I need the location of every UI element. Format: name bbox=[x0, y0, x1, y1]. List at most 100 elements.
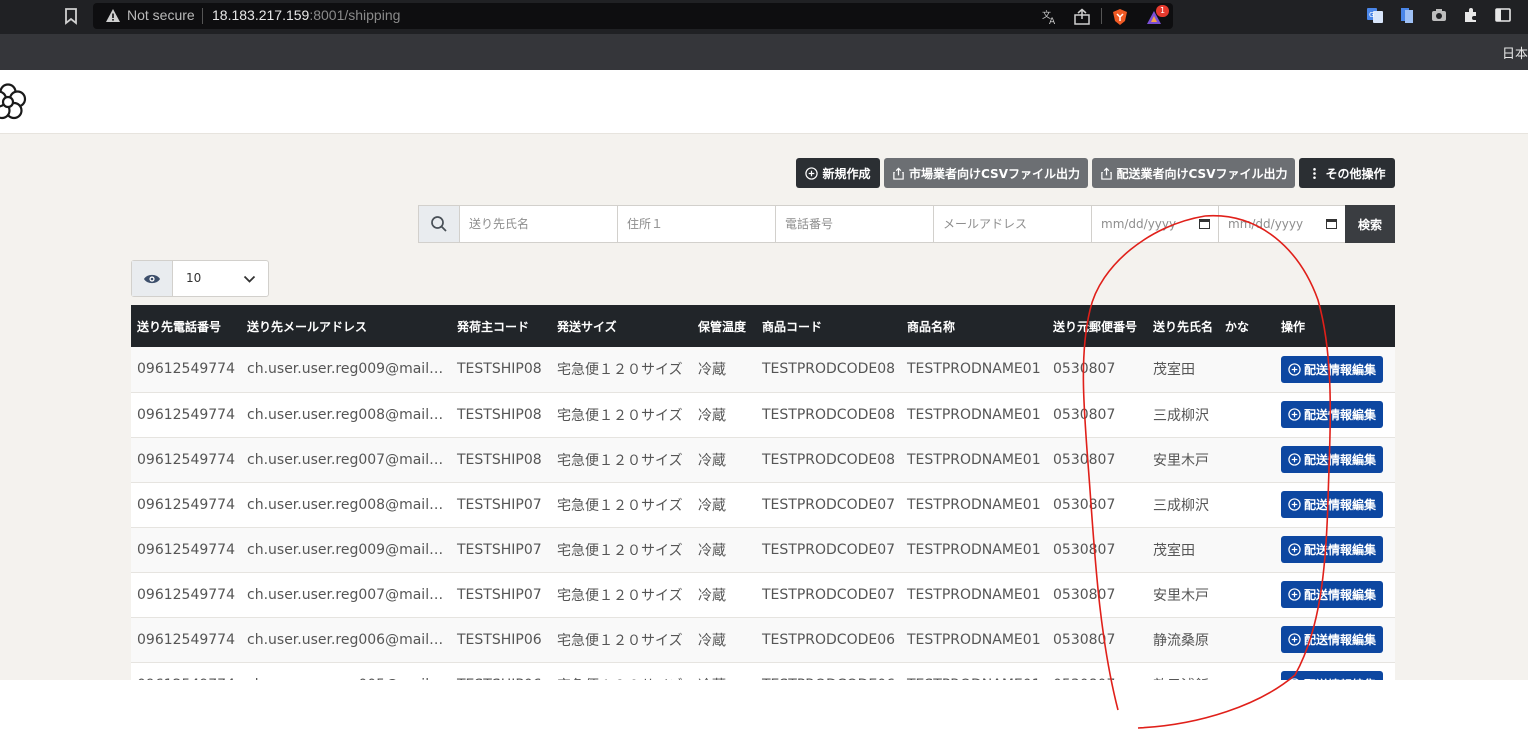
actions-cell: 配送情報編集 bbox=[1275, 482, 1395, 528]
edit-shipping-button[interactable]: 配送情報編集 bbox=[1281, 401, 1384, 428]
table-cell: ch.user.user.reg009@mailnesia.com bbox=[241, 527, 451, 573]
table-cell: TESTPRODNAME01 bbox=[901, 347, 1047, 393]
table-cell: ch.user.user.reg007@mailnesia.com bbox=[241, 572, 451, 618]
bookmark-icon[interactable] bbox=[62, 7, 80, 25]
page-size-select[interactable]: 10 bbox=[131, 260, 269, 297]
table-cell: 宅急便１２０サイズ bbox=[551, 347, 692, 393]
calendar-icon[interactable] bbox=[1326, 218, 1337, 229]
table-cell: 0530807 bbox=[1047, 437, 1147, 483]
table-cell: TESTPRODCODE07 bbox=[756, 482, 901, 528]
brave-shield-icon[interactable] bbox=[1111, 8, 1129, 26]
table-row[interactable]: 09612549774ch.user.user.reg006@mailnesia… bbox=[131, 617, 1395, 663]
table-cell: 0530807 bbox=[1047, 527, 1147, 573]
plus-circle-icon bbox=[1288, 363, 1301, 376]
table-cell: TESTSHIP08 bbox=[451, 392, 551, 438]
table-cell: 冷蔵 bbox=[692, 617, 756, 663]
email-search-input[interactable]: メールアドレス bbox=[934, 206, 1092, 242]
table-cell: 三成柳沢 bbox=[1147, 482, 1275, 528]
phone-search-input[interactable]: 電話番号 bbox=[776, 206, 934, 242]
table-cell: 09612549774 bbox=[131, 617, 241, 663]
edit-shipping-button[interactable]: 配送情報編集 bbox=[1281, 626, 1384, 653]
table-cell: 0530807 bbox=[1047, 662, 1147, 680]
plus-circle-icon bbox=[1288, 498, 1301, 511]
table-cell: TESTPRODCODE06 bbox=[756, 662, 901, 680]
table-cell: ch.user.user.reg009@mailnesia.com bbox=[241, 347, 451, 393]
table-cell: TESTSHIP08 bbox=[451, 437, 551, 483]
table-cell: TESTPRODCODE07 bbox=[756, 572, 901, 618]
table-row[interactable]: 09612549774ch.user.user.reg008@mailnesia… bbox=[131, 482, 1395, 528]
table-cell: TESTPRODCODE08 bbox=[756, 437, 901, 483]
url-host: 18.183.217.159 bbox=[212, 7, 310, 23]
table-cell: 冷蔵 bbox=[692, 482, 756, 528]
table-row[interactable]: 09612549774ch.user.user.reg007@mailnesia… bbox=[131, 572, 1395, 618]
edit-shipping-button[interactable]: 配送情報編集 bbox=[1281, 355, 1384, 383]
column-header: 送り先氏名 かな bbox=[1147, 305, 1275, 347]
main-content: 新規作成 市場業者向けCSVファイル出力 配送業者向けCSVファイル出力 その他… bbox=[0, 134, 1528, 680]
address-bar[interactable]: Not secure 18.183.217.159:8001/shipping … bbox=[93, 3, 1173, 29]
edit-shipping-button[interactable]: 配送情報編集 bbox=[1281, 581, 1384, 608]
delivery-csv-export-button[interactable]: 配送業者向けCSVファイル出力 bbox=[1092, 158, 1295, 188]
table-row[interactable]: 09612549774ch.user.user.reg005@mailnesia… bbox=[131, 662, 1395, 680]
date-to-input[interactable]: mm/dd/yyyy bbox=[1219, 206, 1346, 242]
table-cell: 静流桑原 bbox=[1147, 617, 1275, 663]
warning-icon[interactable] bbox=[105, 8, 121, 24]
table-cell: 冷蔵 bbox=[692, 572, 756, 618]
table-cell: TESTPRODNAME01 bbox=[901, 437, 1047, 483]
table-cell: 宅急便１２０サイズ bbox=[551, 437, 692, 483]
upload-icon bbox=[893, 167, 904, 180]
table-cell: TESTSHIP07 bbox=[451, 527, 551, 573]
table-cell: 冷蔵 bbox=[692, 527, 756, 573]
table-cell: 宅急便１２０サイズ bbox=[551, 482, 692, 528]
extensions-puzzle-icon[interactable] bbox=[1462, 6, 1480, 24]
google-translate-extension-icon[interactable]: G bbox=[1366, 6, 1384, 24]
camera-extension-icon[interactable] bbox=[1430, 6, 1448, 24]
table-cell: 0530807 bbox=[1047, 347, 1147, 393]
edit-shipping-button[interactable]: 配送情報編集 bbox=[1281, 491, 1384, 518]
edit-shipping-label: 配送情報編集 bbox=[1304, 633, 1377, 647]
edit-shipping-label: 配送情報編集 bbox=[1304, 408, 1377, 422]
shipping-table: 送り先電話番号 送り先メールアドレス 発荷主コード 発送サイズ 保管温度 商品コード 商品名… bbox=[131, 305, 1395, 680]
table-cell: TESTSHIP06 bbox=[451, 617, 551, 663]
table-row[interactable]: 09612549774ch.user.user.reg009@mailnesia… bbox=[131, 527, 1395, 573]
table-cell: 茂室田 bbox=[1147, 347, 1275, 393]
table-cell: 安里木戸 bbox=[1147, 572, 1275, 618]
calendar-icon[interactable] bbox=[1199, 218, 1210, 229]
other-actions-label: その他操作 bbox=[1325, 166, 1386, 181]
market-csv-export-button[interactable]: 市場業者向けCSVファイル出力 bbox=[884, 158, 1088, 188]
table-row[interactable]: 09612549774ch.user.user.reg008@mailnesia… bbox=[131, 392, 1395, 438]
url-text[interactable]: 18.183.217.159:8001/shipping bbox=[212, 7, 400, 23]
document-extension-icon[interactable] bbox=[1398, 6, 1416, 24]
table-cell: TESTPRODNAME01 bbox=[901, 662, 1047, 680]
new-button[interactable]: 新規作成 bbox=[796, 158, 880, 188]
address-separator-2 bbox=[1101, 8, 1102, 24]
sidepanel-icon[interactable] bbox=[1494, 6, 1512, 24]
page-bottom-whitespace bbox=[0, 680, 1528, 730]
address-search-input[interactable]: 住所１ bbox=[618, 206, 776, 242]
bookmarks-bar-item[interactable]: 日本 bbox=[1502, 43, 1528, 62]
browser-toolbar: Not secure 18.183.217.159:8001/shipping … bbox=[0, 0, 1528, 34]
date-from-input[interactable]: mm/dd/yyyy bbox=[1092, 206, 1219, 242]
share-icon[interactable] bbox=[1073, 8, 1091, 26]
table-header-row: 送り先電話番号 送り先メールアドレス 発荷主コード 発送サイズ 保管温度 商品コード 商品名… bbox=[131, 305, 1395, 347]
edit-shipping-button[interactable]: 配送情報編集 bbox=[1281, 446, 1384, 473]
table-cell: 冷蔵 bbox=[692, 662, 756, 680]
table-cell: ch.user.user.reg005@mailnesia.com bbox=[241, 662, 451, 680]
edit-shipping-button[interactable]: 配送情報編集 bbox=[1281, 671, 1384, 680]
recipient-name-search-input[interactable]: 送り先氏名 bbox=[460, 206, 618, 242]
upload-icon bbox=[1100, 167, 1112, 180]
edit-shipping-label: 配送情報編集 bbox=[1304, 543, 1377, 557]
table-cell: TESTSHIP08 bbox=[451, 347, 551, 393]
table-cell: 三成柳沢 bbox=[1147, 392, 1275, 438]
table-cell: 敦子浦飯 bbox=[1147, 662, 1275, 680]
table-cell: TESTPRODCODE06 bbox=[756, 617, 901, 663]
table-cell: ch.user.user.reg007@mailnesia.com bbox=[241, 437, 451, 483]
table-row[interactable]: 09612549774ch.user.user.reg007@mailnesia… bbox=[131, 437, 1395, 483]
security-label[interactable]: Not secure bbox=[127, 7, 195, 23]
table-row[interactable]: 09612549774ch.user.user.reg009@mailnesia… bbox=[131, 347, 1395, 393]
other-actions-button[interactable]: その他操作 bbox=[1299, 158, 1395, 188]
search-button[interactable]: 検索 bbox=[1345, 205, 1395, 243]
translate-icon[interactable]: 文A bbox=[1041, 8, 1059, 26]
edit-shipping-button[interactable]: 配送情報編集 bbox=[1281, 536, 1384, 563]
flower-logo-icon[interactable] bbox=[0, 82, 28, 122]
actions-cell: 配送情報編集 bbox=[1275, 572, 1395, 618]
